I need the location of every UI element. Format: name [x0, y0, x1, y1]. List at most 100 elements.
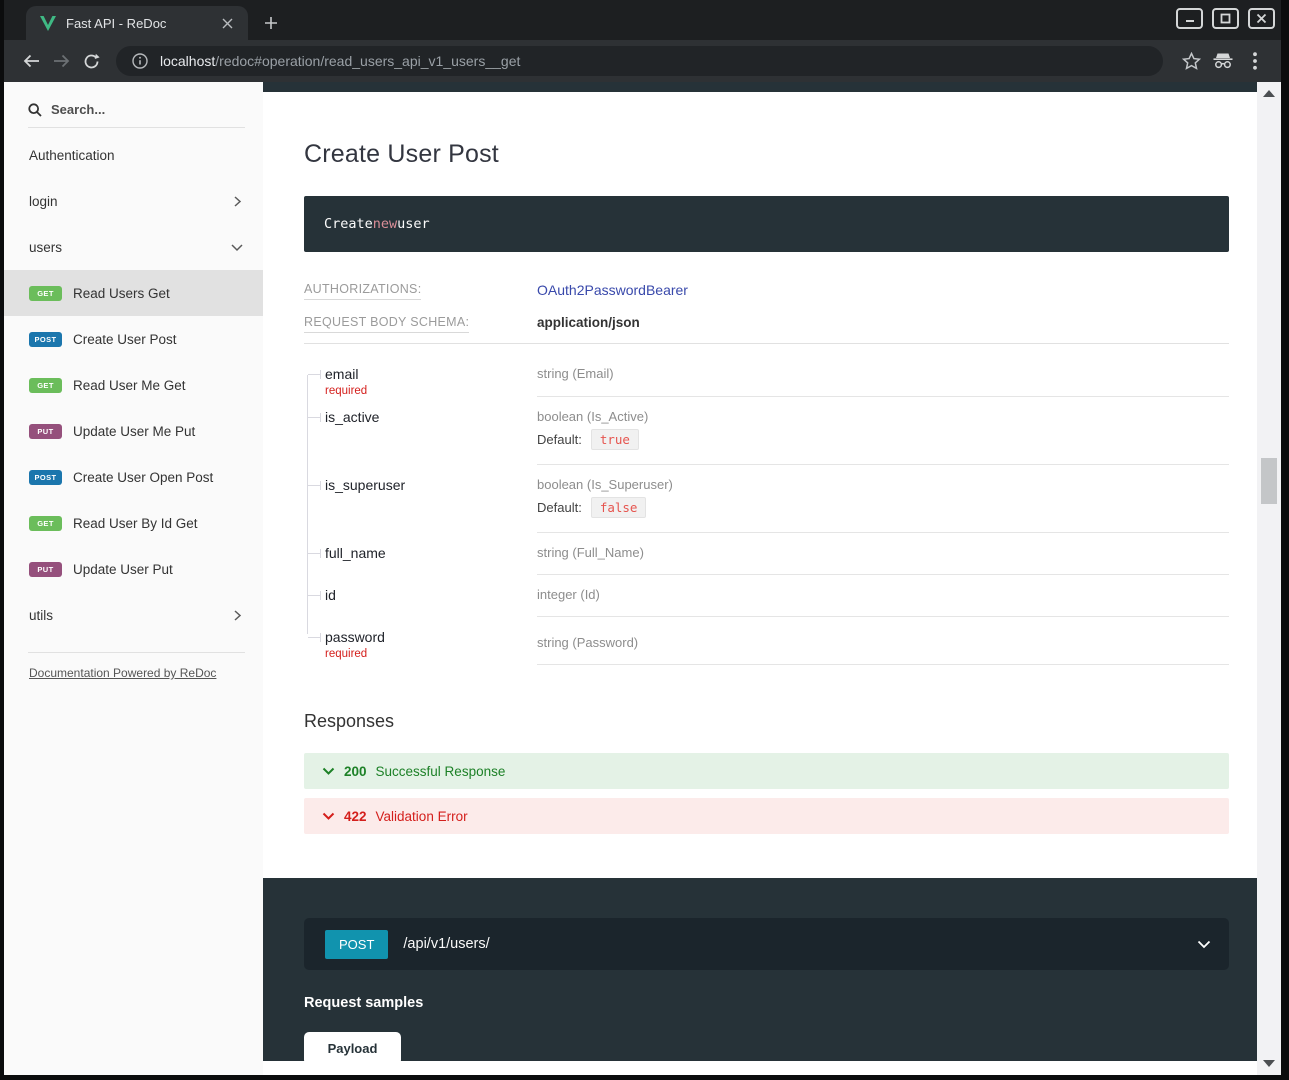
url-path: /redoc#operation/read_users_api_v1_users… [215, 53, 520, 69]
back-arrow-icon [22, 53, 41, 69]
sidebar-item-update-user-me-put[interactable]: PUT Update User Me Put [4, 408, 263, 454]
favicon-v-icon [40, 16, 56, 31]
sidebar: Authentication login users GET Read User… [4, 82, 263, 1075]
response-text: Successful Response [376, 764, 506, 779]
sidebar-item-read-user-me-get[interactable]: GET Read User Me Get [4, 362, 263, 408]
sidebar-item-create-user-post[interactable]: POST Create User Post [4, 316, 263, 362]
field-name: password [325, 629, 537, 645]
method-badge-put: PUT [29, 562, 62, 577]
url-host: localhost [160, 53, 215, 69]
bookmark-button[interactable] [1175, 46, 1207, 76]
operation-description-code: Create new user [304, 196, 1229, 252]
field-type: string (Full_Name) [537, 545, 1229, 560]
payload-tab[interactable]: Payload [304, 1032, 401, 1065]
request-samples-title: Request samples [304, 995, 1257, 1011]
sidebar-item-users[interactable]: users [4, 224, 263, 270]
titlebar: Fast API - ReDoc [4, 0, 1281, 40]
chevron-right-icon [232, 196, 243, 207]
reload-icon [83, 53, 100, 70]
close-icon [1256, 13, 1267, 24]
field-name: full_name [325, 545, 537, 561]
chevron-right-icon [232, 610, 243, 621]
search-input[interactable] [51, 102, 211, 117]
request-body-mime: application/json [537, 315, 640, 330]
tab-close-icon[interactable] [216, 12, 238, 34]
response-text: Validation Error [376, 809, 468, 824]
schema-row-is-active: is_active boolean (Is_Active) Default: t… [304, 397, 1229, 465]
method-badge-put: PUT [29, 424, 62, 439]
sidebar-item-create-user-open-post[interactable]: POST Create User Open Post [4, 454, 263, 500]
authorizations-label: AUTHORIZATIONS: [304, 282, 537, 296]
sidebar-item-read-users-get[interactable]: GET Read Users Get [4, 270, 263, 316]
incognito-icon [1212, 52, 1234, 70]
chevron-down-icon [322, 767, 335, 776]
schema-row-id: id integer (Id) [304, 575, 1229, 617]
request-samples-panel: POST /api/v1/users/ Request samples Payl… [263, 878, 1257, 1061]
minimize-button[interactable] [1176, 8, 1203, 29]
endpoint-path: /api/v1/users/ [403, 936, 1197, 952]
scroll-up-arrow-icon[interactable] [1263, 90, 1275, 97]
browser-menu-button[interactable] [1239, 46, 1271, 76]
field-type: string (Password) [537, 635, 1229, 650]
request-body-schema-label: REQUEST BODY SCHEMA: [304, 315, 537, 329]
vertical-scrollbar[interactable] [1257, 82, 1281, 1075]
scroll-down-arrow-icon[interactable] [1263, 1060, 1275, 1067]
sidebar-item-authentication[interactable]: Authentication [4, 132, 263, 178]
plus-icon [264, 16, 278, 30]
search-icon [28, 103, 42, 117]
previous-section-edge [263, 82, 1257, 92]
star-icon [1182, 52, 1201, 70]
maximize-button[interactable] [1212, 8, 1239, 29]
default-value-chip: true [591, 429, 639, 450]
default-value-chip: false [591, 497, 647, 518]
field-type: boolean (Is_Active) [537, 409, 1229, 424]
method-badge-get: GET [29, 516, 62, 531]
forward-button[interactable] [46, 46, 76, 76]
default-label: Default: [537, 500, 582, 515]
main-content: Create User Post Create new user AUTHORI… [263, 82, 1257, 1075]
response-200[interactable]: 200 Successful Response [304, 753, 1229, 789]
method-badge-post: POST [29, 470, 62, 485]
method-badge-post: POST [29, 332, 62, 347]
tab-title: Fast API - ReDoc [66, 16, 216, 31]
sidebar-item-login[interactable]: login [4, 178, 263, 224]
http-method-chip: POST [325, 930, 388, 959]
forward-arrow-icon [52, 53, 71, 69]
field-name: email [325, 366, 537, 382]
endpoint-selector[interactable]: POST /api/v1/users/ [304, 918, 1229, 970]
browser-toolbar: localhost/redoc#operation/read_users_api… [4, 40, 1281, 82]
response-422[interactable]: 422 Validation Error [304, 798, 1229, 834]
sidebar-item-utils[interactable]: utils [4, 592, 263, 638]
new-tab-button[interactable] [256, 8, 286, 38]
url-bar[interactable]: localhost/redoc#operation/read_users_api… [116, 46, 1163, 76]
chevron-down-icon [231, 242, 243, 253]
close-button[interactable] [1248, 8, 1275, 29]
reload-button[interactable] [76, 46, 106, 76]
minimize-icon [1184, 13, 1196, 25]
sidebar-item-read-user-by-id-get[interactable]: GET Read User By Id Get [4, 500, 263, 546]
operation-title: Create User Post [304, 140, 1229, 169]
browser-window: Fast API - ReDoc [0, 0, 1289, 1080]
field-name: is_active [325, 409, 537, 425]
schema-row-password: password required string (Password) [304, 617, 1229, 665]
search-box[interactable] [28, 96, 245, 128]
redoc-link[interactable]: Documentation Powered by ReDoc [29, 666, 216, 680]
schema-row-full-name: full_name string (Full_Name) [304, 533, 1229, 575]
chevron-down-icon [1197, 940, 1211, 949]
field-type: string (Email) [537, 366, 1229, 381]
maximize-icon [1220, 13, 1231, 24]
browser-tab[interactable]: Fast API - ReDoc [26, 6, 248, 40]
authorization-scheme-link[interactable]: OAuth2PasswordBearer [537, 282, 688, 298]
back-button[interactable] [16, 46, 46, 76]
scrollbar-thumb[interactable] [1261, 458, 1277, 504]
method-badge-get: GET [29, 286, 62, 301]
field-type: integer (Id) [537, 587, 1229, 602]
code-keyword: new [373, 216, 397, 232]
field-name: id [325, 587, 537, 603]
request-body-schema: email required string (Email) is_active [304, 344, 1229, 665]
response-code: 200 [344, 764, 367, 779]
method-badge-get: GET [29, 378, 62, 393]
required-flag: required [325, 648, 537, 660]
sidebar-item-update-user-put[interactable]: PUT Update User Put [4, 546, 263, 592]
site-info-icon[interactable] [132, 53, 148, 69]
